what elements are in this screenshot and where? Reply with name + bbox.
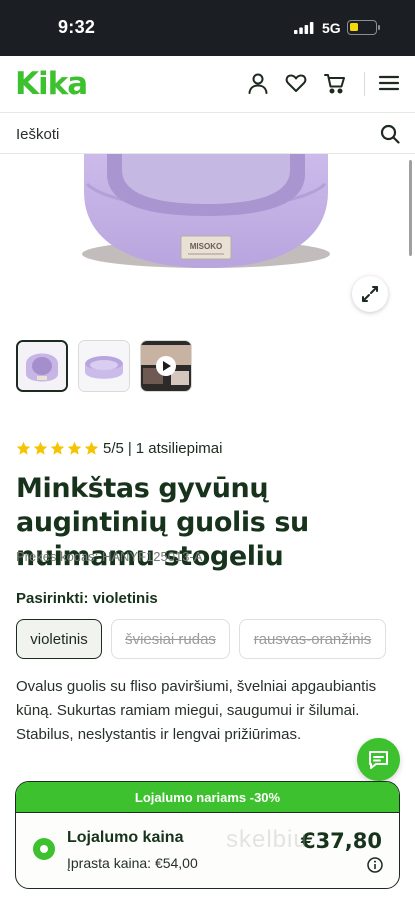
page-scrollbar[interactable]	[409, 160, 412, 256]
product-sku: Prekės kodas: HANYF125013-A	[16, 549, 203, 564]
chat-icon	[369, 751, 388, 769]
search-input[interactable]	[16, 121, 356, 147]
rating-score: 5/5	[103, 439, 124, 457]
star-icon	[67, 441, 82, 455]
star-icon	[16, 441, 31, 455]
regular-price: Įprasta kaina: €54,00	[67, 855, 198, 871]
battery-icon	[347, 20, 377, 35]
option-label: Pasirinkti: violetinis	[16, 590, 158, 607]
thumbnail-video[interactable]	[140, 340, 192, 392]
option-violetinis[interactable]: violetinis	[16, 619, 102, 659]
option-sviesiai-rudas[interactable]: šviesiai rudas	[111, 619, 230, 659]
loyalty-price-card[interactable]: Lojalumo nariams -30% Lojalumo kaina Įpr…	[15, 781, 400, 889]
star-icon	[84, 441, 99, 455]
expand-icon	[362, 286, 378, 302]
loyalty-radio[interactable]	[33, 838, 55, 860]
video-thumbnail	[141, 341, 191, 391]
cart-icon[interactable]	[324, 72, 346, 94]
star-icon	[33, 441, 48, 455]
rating-separator: |	[127, 439, 132, 457]
user-icon[interactable]	[247, 72, 269, 94]
heart-icon[interactable]	[285, 72, 307, 94]
thumbnail-2[interactable]	[78, 340, 130, 392]
option-text: violetinis	[30, 630, 88, 648]
product-description: Ovalus guolis su fliso paviršiumi, šveln…	[16, 678, 377, 743]
kika-logo[interactable]: Kika	[15, 66, 88, 102]
star-rating	[16, 441, 99, 456]
header-divider	[364, 72, 365, 96]
search-icon[interactable]	[380, 124, 400, 144]
chat-button[interactable]	[357, 738, 400, 781]
menu-icon[interactable]	[378, 72, 400, 94]
thumbnail-bed-side	[79, 341, 129, 391]
info-icon[interactable]	[367, 857, 383, 873]
option-rausvas-oranzinis[interactable]: rausvas-oranžinis	[239, 619, 386, 659]
search-bar	[0, 112, 415, 154]
svg-text:MISOKO: MISOKO	[190, 242, 222, 251]
expand-image-button[interactable]	[352, 276, 388, 312]
thumbnail-1[interactable]	[16, 340, 68, 392]
status-bar: 9:32 5G	[0, 0, 415, 56]
signal-icon	[294, 22, 314, 34]
site-header: Kika	[0, 56, 415, 112]
review-count[interactable]: 1 atsiliepimai	[136, 440, 223, 457]
loyalty-price-label: Lojalumo kaina	[67, 829, 184, 846]
star-icon	[50, 441, 65, 455]
thumbnail-bed-front	[18, 342, 66, 390]
option-text: rausvas-oranžinis	[253, 630, 372, 648]
loyalty-banner: Lojalumo nariams -30%	[16, 782, 399, 813]
status-time: 9:32	[58, 17, 96, 37]
rating-row[interactable]: 5/5 | 1 atsiliepimai	[16, 438, 222, 458]
network-type: 5G	[322, 20, 341, 36]
battery-tip	[378, 25, 380, 30]
loyalty-price: €37,80	[300, 829, 382, 853]
option-text: šviesiai rudas	[125, 630, 216, 648]
